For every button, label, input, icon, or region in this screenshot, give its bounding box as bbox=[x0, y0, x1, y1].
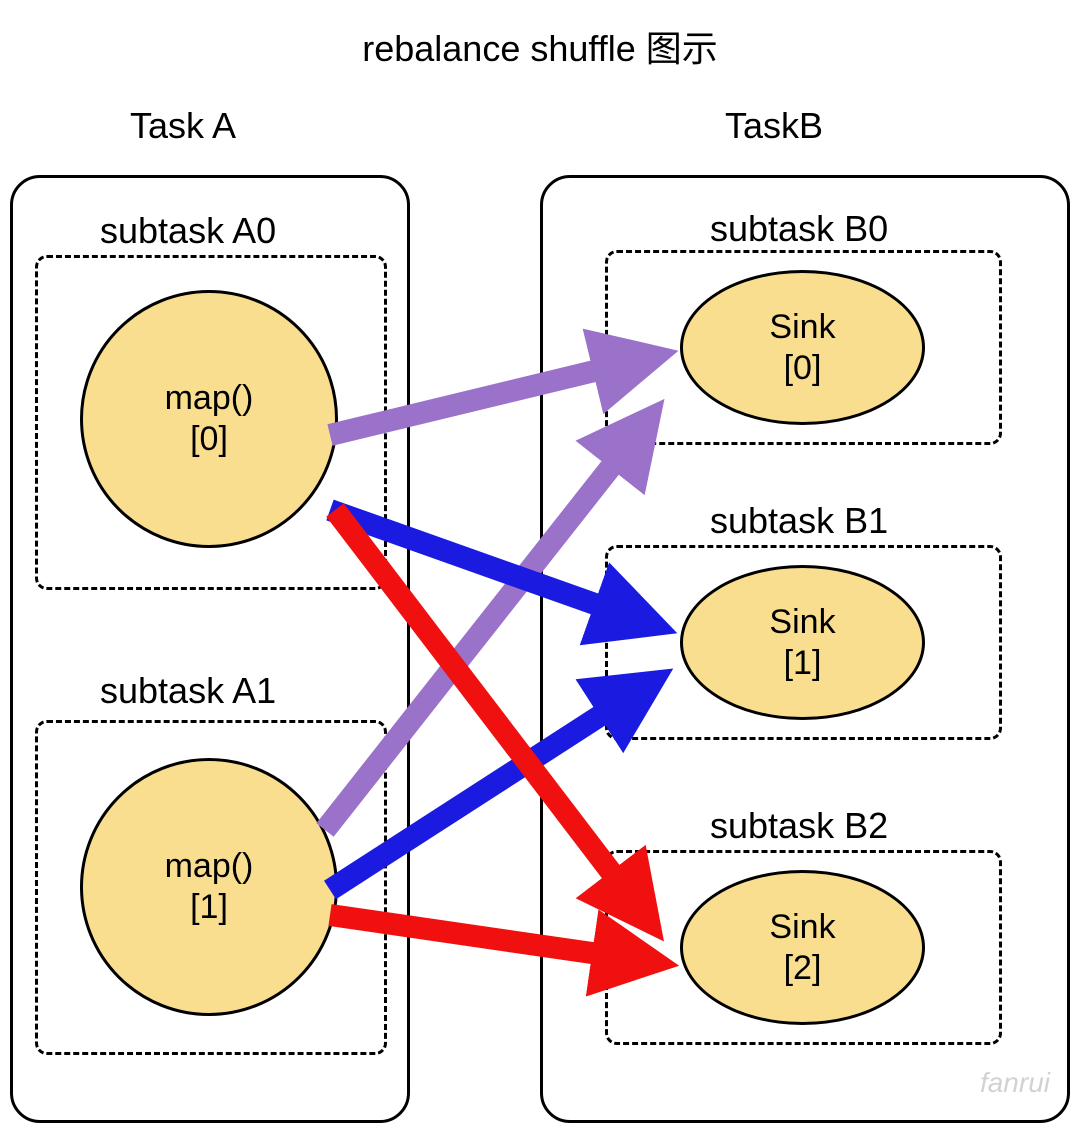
map0-line2: [0] bbox=[190, 419, 228, 460]
sink-node-1: Sink [1] bbox=[680, 565, 925, 720]
task-a-label: Task A bbox=[130, 105, 236, 147]
sink0-line2: [0] bbox=[784, 348, 822, 389]
map1-line2: [1] bbox=[190, 887, 228, 928]
subtask-a0-label: subtask A0 bbox=[100, 210, 276, 252]
subtask-b2-label: subtask B2 bbox=[710, 805, 888, 847]
diagram-title: rebalance shuffle 图示 bbox=[0, 20, 1080, 72]
subtask-b0-label: subtask B0 bbox=[710, 208, 888, 250]
subtask-b1-label: subtask B1 bbox=[710, 500, 888, 542]
map1-line1: map() bbox=[165, 846, 254, 887]
map0-line1: map() bbox=[165, 378, 254, 419]
sink2-line1: Sink bbox=[769, 907, 835, 948]
map-node-0: map() [0] bbox=[80, 290, 338, 548]
sink1-line1: Sink bbox=[769, 602, 835, 643]
subtask-a1-label: subtask A1 bbox=[100, 670, 276, 712]
sink2-line2: [2] bbox=[784, 948, 822, 989]
sink0-line1: Sink bbox=[769, 307, 835, 348]
diagram-container: rebalance shuffle 图示 Task A TaskB subtas… bbox=[0, 0, 1080, 1139]
task-b-label: TaskB bbox=[725, 105, 823, 147]
watermark: fanrui bbox=[980, 1067, 1050, 1099]
sink-node-2: Sink [2] bbox=[680, 870, 925, 1025]
map-node-1: map() [1] bbox=[80, 758, 338, 1016]
sink1-line2: [1] bbox=[784, 643, 822, 684]
sink-node-0: Sink [0] bbox=[680, 270, 925, 425]
